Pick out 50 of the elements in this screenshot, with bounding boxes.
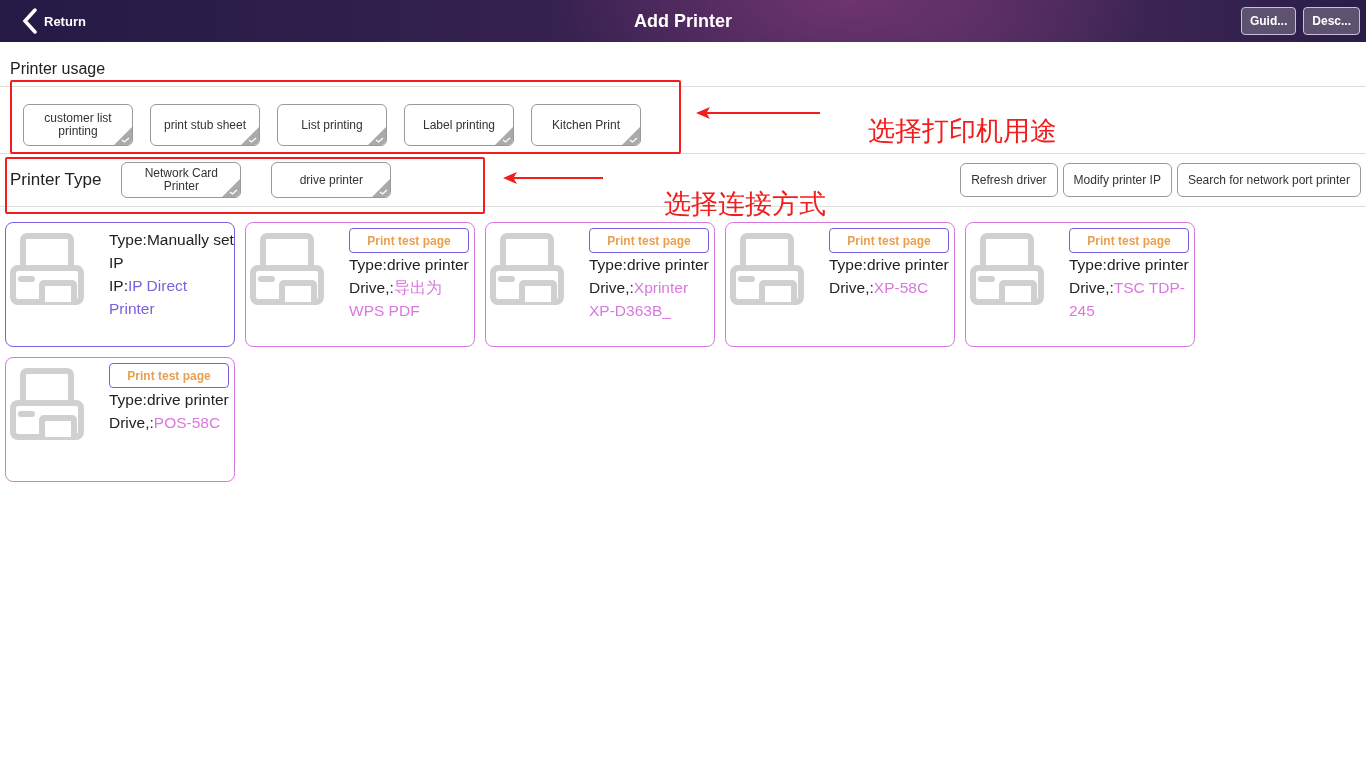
usage-option[interactable]: Label printing <box>404 104 514 146</box>
printer-card[interactable]: Print test page Type:drive printer Drive,:POS-58C <box>5 357 235 482</box>
corner-check-icon <box>241 127 259 145</box>
printer-value-text: Drive,:Xprinter XP-D363B_ <box>589 278 690 321</box>
page-title: Add Printer <box>634 10 732 32</box>
printer-icon <box>250 233 324 305</box>
corner-check-icon <box>222 179 241 197</box>
printer-icon <box>970 233 1044 305</box>
printer-value-text: Drive,:XP-58C <box>829 278 930 298</box>
annotation-text: 选择连接方式 <box>664 187 826 221</box>
return-button[interactable]: Return <box>0 8 86 34</box>
printer-type-text: Type:drive printer <box>589 255 710 275</box>
usage-option[interactable]: Kitchen Print <box>531 104 641 146</box>
printer-value-text: Drive,:POS-58C <box>109 413 222 433</box>
type-option[interactable]: Network Card Printer <box>121 162 242 198</box>
usage-option[interactable]: customer list printing <box>23 104 133 146</box>
corner-check-icon <box>622 127 640 145</box>
back-icon <box>22 8 38 34</box>
printer-card[interactable]: Print test page Type:drive printer Drive,:XP-58C <box>725 222 955 347</box>
printer-value-text: Drive,:TSC TDP-245 <box>1069 278 1186 321</box>
printer-type-text: Type:Manually set IP <box>109 230 234 273</box>
printer-type-text: Type:drive printer <box>829 255 950 275</box>
printer-icon <box>10 233 84 305</box>
printer-icon <box>730 233 804 305</box>
corner-check-icon <box>368 127 386 145</box>
header-button[interactable]: Desc... <box>1303 7 1360 35</box>
printer-card[interactable]: Type:Manually set IP IP:IP Direct Printer <box>5 222 235 347</box>
action-button[interactable]: Refresh driver <box>960 163 1058 197</box>
printer-card[interactable]: Print test page Type:drive printer Drive,:Xprinter XP-D363B_ <box>485 222 715 347</box>
printer-value-text: IP:IP Direct Printer <box>109 276 189 319</box>
corner-check-icon <box>114 127 132 145</box>
corner-check-icon <box>495 127 513 145</box>
printer-icon <box>490 233 564 305</box>
printer-type-text: Type:drive printer <box>349 255 470 275</box>
printer-card[interactable]: Print test page Type:drive printer Drive,:TSC TDP-245 <box>965 222 1195 347</box>
action-button[interactable]: Modify printer IP <box>1062 163 1172 197</box>
header-button[interactable]: Guid... <box>1240 7 1297 35</box>
action-button[interactable]: Search for network port printer <box>1176 163 1361 197</box>
section-label: Printer usage <box>9 59 107 79</box>
printer-card[interactable]: Print test page Type:drive printer Drive,:导出为 WPS PDF <box>245 222 475 347</box>
section-label: Printer Type <box>10 170 102 190</box>
printer-type-text: Type:drive printer <box>109 390 230 410</box>
printer-value-text: Drive,:导出为 WPS PDF <box>349 278 443 321</box>
type-option[interactable]: drive printer <box>271 162 392 198</box>
printer-icon <box>10 368 84 440</box>
usage-option[interactable]: print stub sheet <box>150 104 260 146</box>
printer-type-text: Type:drive printer <box>1069 255 1190 275</box>
annotation-text: 选择打印机用途 <box>868 114 1057 148</box>
usage-option[interactable]: List printing <box>277 104 387 146</box>
corner-check-icon <box>372 179 391 197</box>
